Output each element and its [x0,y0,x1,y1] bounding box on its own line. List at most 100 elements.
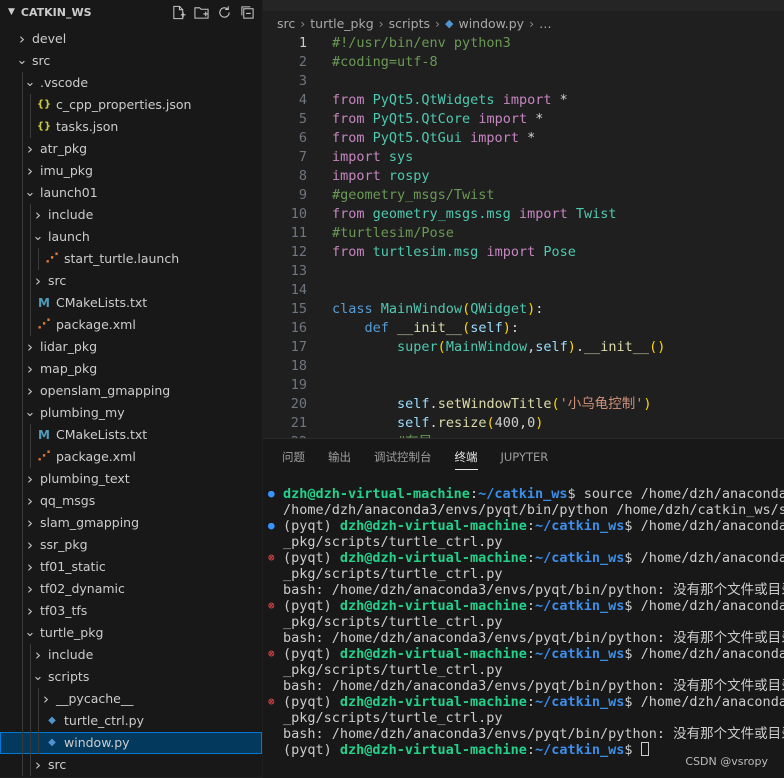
code-token: PyQt5.QtGui [372,130,463,146]
code-line: 16 def __init__(self): [263,319,784,338]
tree-item[interactable]: ◆ turtle_ctrl.py [0,710,262,732]
indent-guide [22,292,23,314]
tree-item[interactable]: › slam_gmapping [0,512,262,534]
tree-item[interactable]: ⌄ launch01 [0,182,262,204]
breadcrumb-item[interactable]: turtle_pkg [310,16,373,31]
tree-item[interactable]: ⌄ scripts [0,666,262,688]
breadcrumb-item[interactable]: scripts [389,16,430,31]
indent-guide [22,754,23,776]
terminal-text: : [526,742,535,758]
code-token: PyQt5.QtWidgets [372,92,495,108]
indent-guide [30,666,31,688]
indent-guide [30,644,31,666]
tree-item[interactable]: ⋰ package.xml [0,446,262,468]
indent-guide [30,270,31,292]
panel-tab[interactable]: 输出 [328,439,351,475]
command-success-icon[interactable]: ● [268,486,275,502]
tree-item[interactable]: {} c_cpp_properties.json [0,94,262,116]
tree-item[interactable]: › imu_pkg [0,160,262,182]
code-line: 12 from turtlesim.msg import Pose [263,243,784,262]
code-line: 5 from PyQt5.QtCore import * [263,110,784,129]
tree-item-label: src [48,757,67,772]
code-view[interactable]: 1 #!/usr/bin/env python3 2 #coding=utf-8 3 4 f… [263,34,784,452]
tree-item[interactable]: › plumbing_text [0,468,262,490]
explorer-header[interactable]: ▼ CATKIN_WS [0,0,262,24]
tree-item[interactable]: › src [0,270,262,292]
tree-item[interactable]: › ssr_pkg [0,534,262,556]
new-folder-icon[interactable] [193,4,210,21]
workspace-name: CATKIN_WS [20,5,92,19]
tree-item[interactable]: › devel [0,28,262,50]
tree-item[interactable]: ⌄ launch [0,226,262,248]
breadcrumb-file[interactable]: window.py [458,16,524,31]
command-error-icon[interactable]: ⊗ [268,694,275,710]
indent-guide [38,688,39,710]
code-token: def [364,320,398,336]
indent-guide [38,710,39,732]
tree-item[interactable]: ⌄ turtle_pkg [0,622,262,644]
breadcrumb-more[interactable]: … [539,16,552,31]
tree-item[interactable]: › tf02_dynamic [0,578,262,600]
tree-item[interactable]: › atr_pkg [0,138,262,160]
tree-item[interactable]: › lidar_pkg [0,336,262,358]
code-token: ( [551,396,560,412]
code-token: * [559,92,568,108]
indent-guide [22,534,23,556]
python-file-icon: ◆ [48,715,56,726]
editor-area: src › turtle_pkg › scripts › ◆ window.py › … 1 #!/… [263,0,784,450]
indent-guide [22,72,23,94]
tree-item[interactable]: › tf01_static [0,556,262,578]
line-number: 7 [298,149,307,165]
tree-item[interactable]: ⋰ start_turtle.launch [0,248,262,270]
editor-tab-bar [263,0,784,11]
line-number: 15 [290,301,307,317]
tree-item[interactable]: › include [0,644,262,666]
terminal-text: (pyqt) [283,694,340,710]
command-error-icon[interactable]: ⊗ [268,646,275,662]
collapse-all-icon[interactable] [239,4,256,21]
breadcrumb: src › turtle_pkg › scripts › ◆ window.py ›… [263,12,784,34]
refresh-icon[interactable] [216,4,233,21]
tree-item[interactable]: M CMakeLists.txt [0,424,262,446]
tree-item[interactable]: ⌄ src [0,50,262,72]
terminal-text: (pyqt) [283,598,340,614]
terminal-line: bash: /home/dzh/anaconda3/envs/pyqt/bin/… [263,630,784,646]
tree-item-label: include [48,647,94,662]
code-token: PyQt5.QtCore [372,111,471,127]
tree-item[interactable]: › src [0,754,262,776]
explorer-title[interactable]: ▼ CATKIN_WS [8,6,92,19]
terminal-output[interactable]: ● dzh@dzh-virtual-machine:~/catkin_ws$ so… [263,486,784,758]
tree-item[interactable]: ⌄ plumbing_my [0,402,262,424]
code-line: 6 from PyQt5.QtGui import * [263,129,784,148]
new-file-icon[interactable] [170,4,187,21]
tree-item[interactable]: › include [0,204,262,226]
tree-item[interactable]: › tf03_tfs [0,600,262,622]
code-text: def __init__(self): [332,319,519,338]
indent-guide [22,446,23,468]
tree-item[interactable]: › qq_msgs [0,490,262,512]
tree-item[interactable]: ◆ window.py [0,732,262,754]
tree-item[interactable]: {} tasks.json [0,116,262,138]
chevron-down-icon: ⌄ [24,625,36,640]
tree-item[interactable]: ⋰ package.xml [0,314,262,336]
indent-guide [22,688,23,710]
tree-item[interactable]: › map_pkg [0,358,262,380]
terminal-text: dzh@dzh-virtual-machine [339,598,527,614]
command-error-icon[interactable]: ⊗ [268,550,275,566]
panel-tab[interactable]: 问题 [282,439,305,475]
code-token: : [510,320,519,336]
panel-tab[interactable]: JUPYTER [501,439,549,475]
indent-guide [22,248,23,270]
indent-guide [38,732,39,754]
tree-item[interactable]: M CMakeLists.txt [0,292,262,314]
tree-item[interactable]: ⌄ .vscode [0,72,262,94]
tree-item[interactable]: › __pycache__ [0,688,262,710]
command-error-icon[interactable]: ⊗ [268,598,275,614]
panel-tab[interactable]: 终端 [454,439,478,475]
command-success-icon[interactable]: ● [268,518,275,534]
indent-guide [22,622,23,644]
tree-item[interactable]: › openslam_gmapping [0,380,262,402]
breadcrumb-item[interactable]: src [277,16,295,31]
panel-tab[interactable]: 调试控制台 [374,439,432,475]
